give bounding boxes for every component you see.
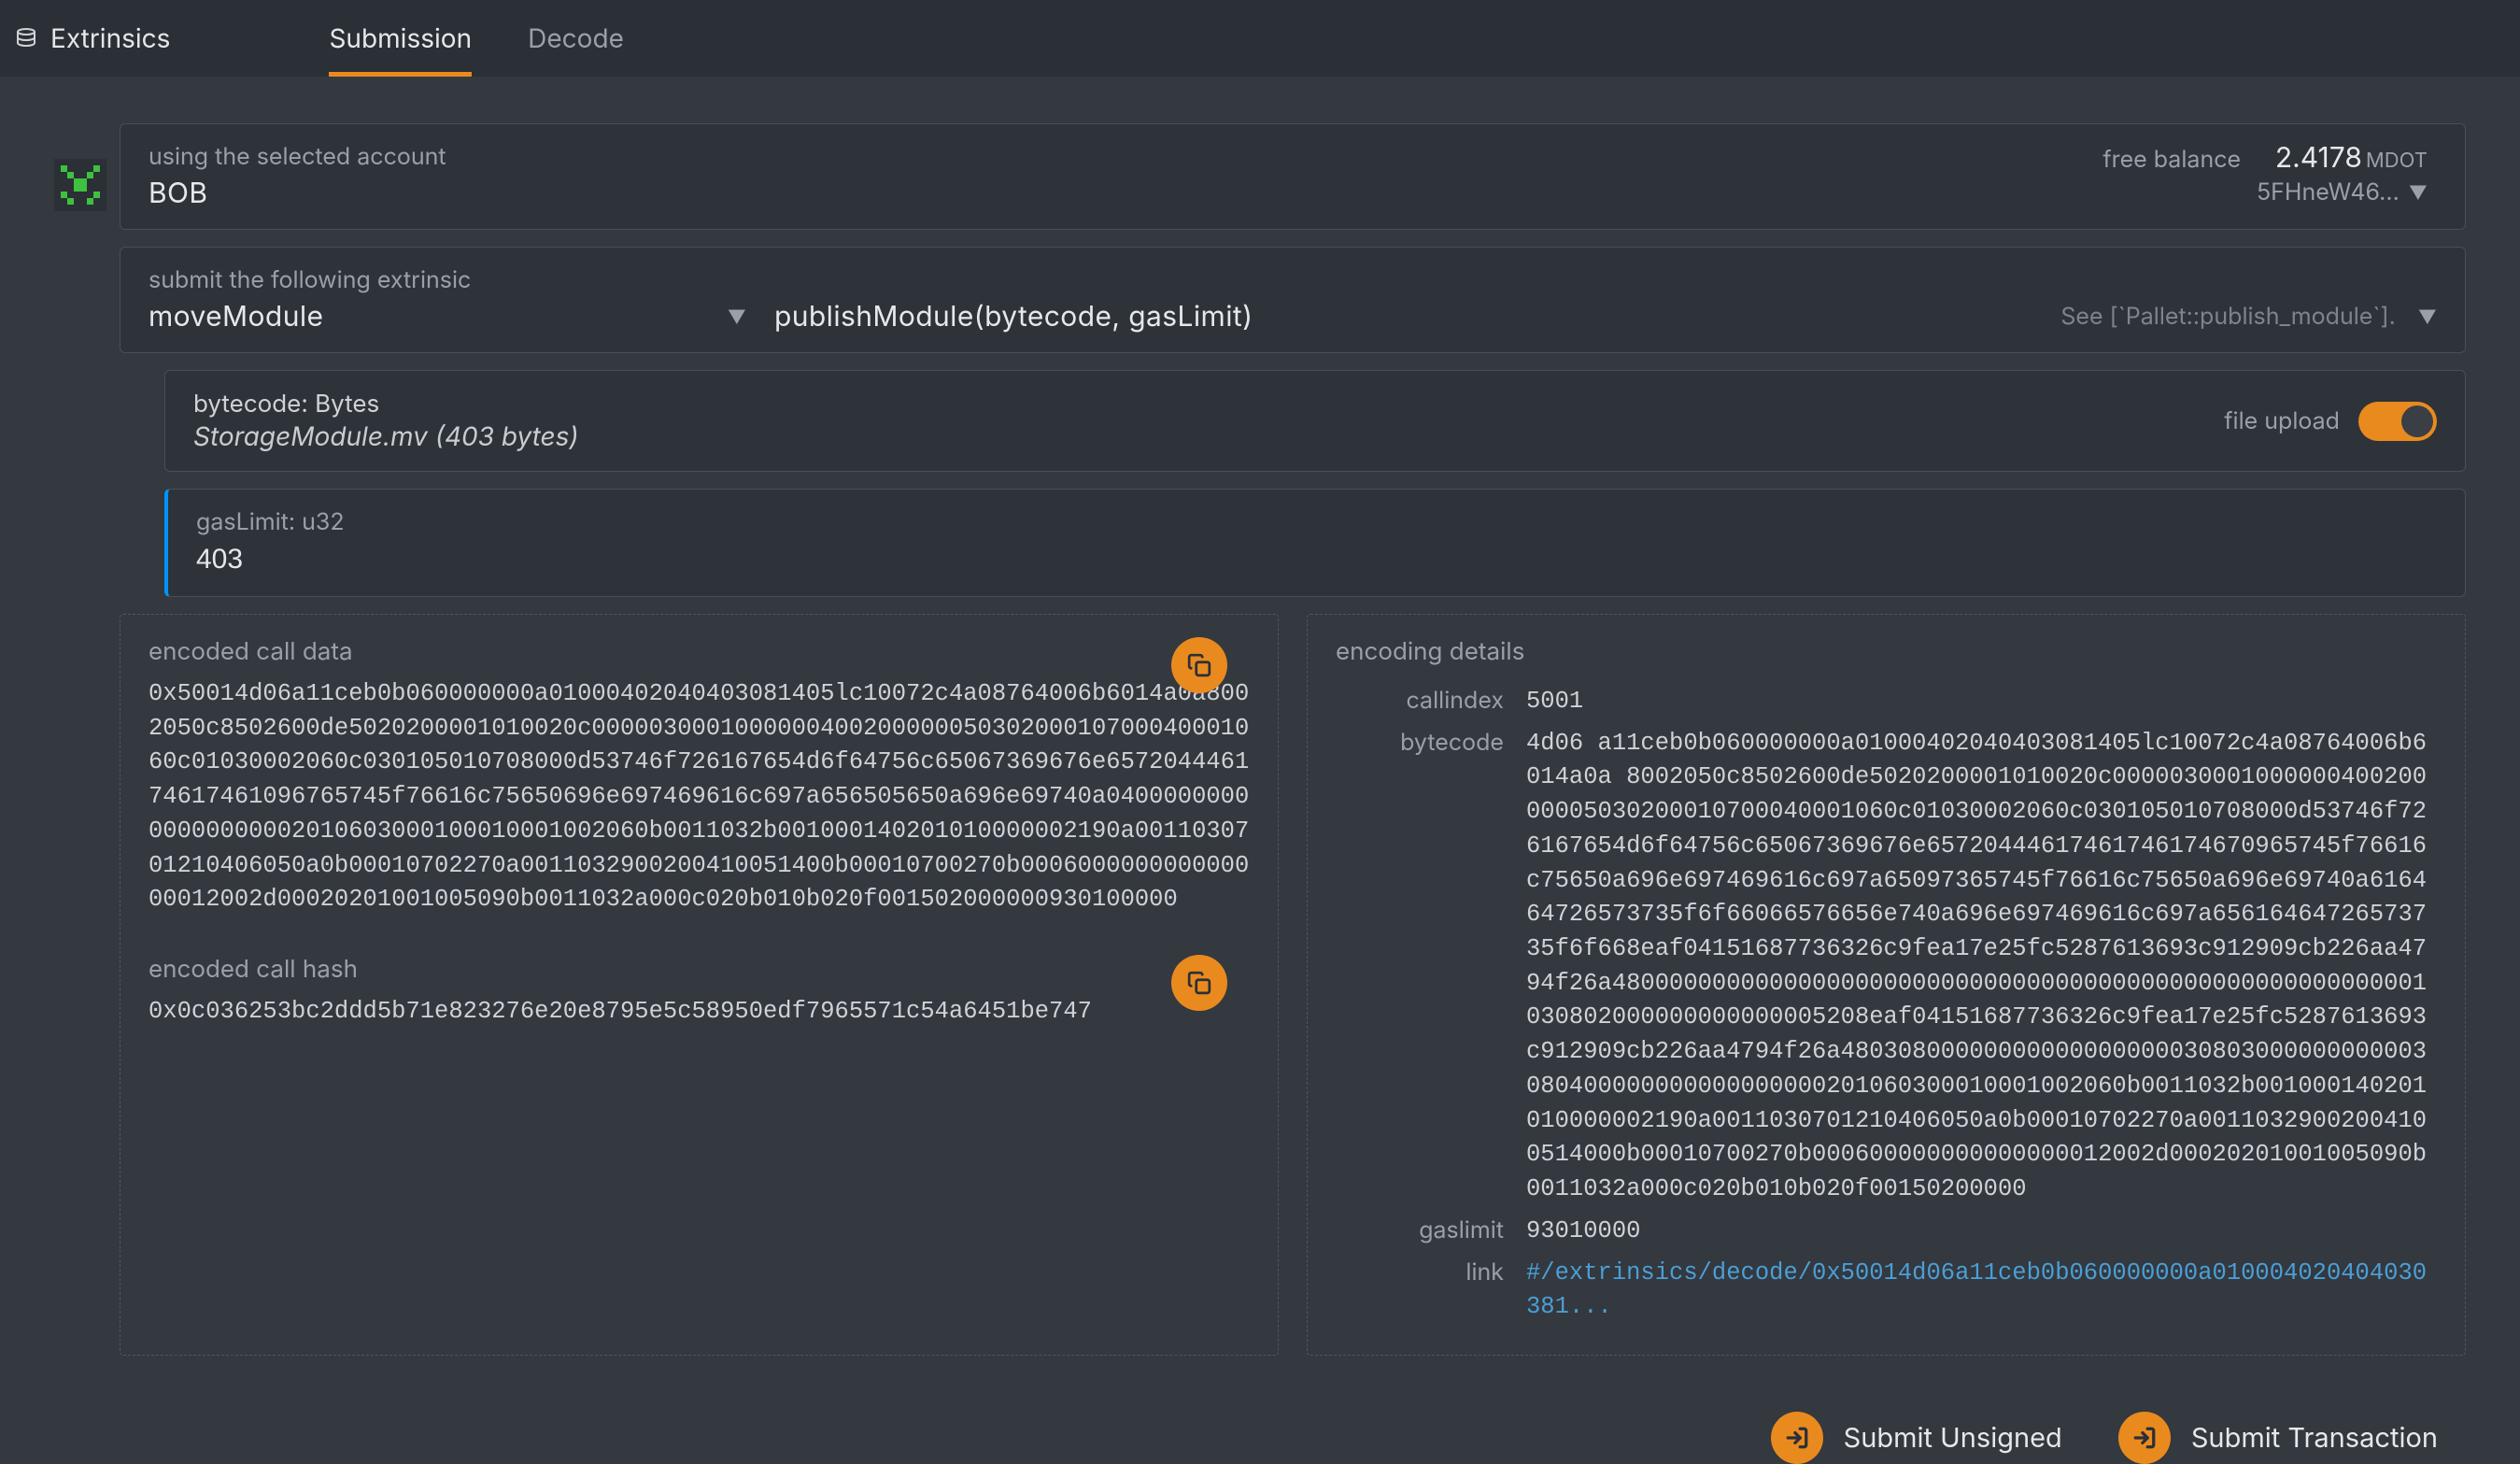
account-label: using the selected account (149, 143, 2437, 171)
method-select[interactable]: publishModule(bytecode, gasLimit) See [`… (774, 300, 2437, 334)
database-icon (13, 25, 39, 51)
encoded-data-box: encoded call data 0x50014d06a11ceb0b0600… (120, 614, 1279, 1356)
balance-value: 2.4178 (2275, 141, 2362, 175)
submit-transaction-button[interactable]: Submit Transaction (2118, 1412, 2438, 1464)
pallet-value: moveModule (149, 300, 323, 334)
encoding-details-title: encoding details (1336, 637, 2437, 666)
balance-unit: MDOT (2366, 149, 2428, 173)
encoded-data-label: encoded call data (149, 637, 1250, 666)
submit-unsigned-button[interactable]: Submit Unsigned (1771, 1412, 2062, 1464)
gaslimit-input[interactable] (196, 542, 2437, 577)
tab-decode[interactable]: Decode (528, 0, 624, 77)
account-panel[interactable]: using the selected account BOB free bala… (120, 123, 2466, 230)
callindex-key: callindex (1336, 685, 1504, 719)
gaslimit-value: 93010000 (1526, 1215, 2437, 1249)
encoded-hash-hex: 0x0c036253bc2ddd5b71e823276e20e8795e5c58… (149, 995, 1250, 1030)
encoding-details-box: encoding details callindex 5001 bytecode… (1307, 614, 2466, 1356)
tabs: Submission Decode (329, 0, 623, 77)
method-value: publishModule(bytecode, gasLimit) (774, 300, 1253, 334)
top-bar: Extrinsics Submission Decode (0, 0, 2520, 77)
bytecode-value: 4d06 a11ceb0b060000000a01000402040403081… (1526, 727, 2437, 1207)
decode-link[interactable]: #/extrinsics/decode/0x50014d06a11ceb0b06… (1526, 1257, 2437, 1325)
account-address-short: 5FHneW46... (2257, 178, 2400, 206)
bytecode-label: bytecode: Bytes (193, 390, 579, 419)
pallet-select[interactable]: moveModule ▼ (149, 300, 746, 334)
sign-in-icon (1771, 1412, 1823, 1464)
link-key: link (1336, 1257, 1504, 1325)
breadcrumb[interactable]: Extrinsics (0, 0, 217, 77)
extrinsic-label: submit the following extrinsic (149, 266, 2437, 294)
file-upload-label: file upload (2224, 407, 2340, 435)
copy-encoded-data-button[interactable] (1171, 637, 1227, 693)
gaslimit-panel[interactable]: gasLimit: u32 (164, 489, 2466, 597)
submit-unsigned-label: Submit Unsigned (1844, 1421, 2062, 1454)
bytecode-file-info: StorageModule.mv (403 bytes) (193, 420, 579, 452)
encoded-data-hex: 0x50014d06a11ceb0b060000000a010004020404… (149, 677, 1250, 917)
copy-encoded-hash-button[interactable] (1171, 955, 1227, 1011)
gaslimit-key: gaslimit (1336, 1215, 1504, 1249)
breadcrumb-label: Extrinsics (50, 22, 170, 54)
chevron-down-icon: ▼ (2418, 306, 2437, 328)
encoded-hash-label: encoded call hash (149, 955, 1250, 984)
bytecode-panel[interactable]: bytecode: Bytes StorageModule.mv (403 by… (164, 370, 2466, 472)
method-help: See [`Pallet::publish_module`]. (2060, 303, 2395, 331)
bytecode-key: bytecode (1336, 727, 1504, 1207)
balance-label: free balance (2102, 146, 2241, 174)
account-identicon (54, 159, 106, 211)
tab-submission[interactable]: Submission (329, 0, 472, 77)
submit-transaction-label: Submit Transaction (2191, 1421, 2438, 1454)
file-upload-toggle[interactable] (2358, 402, 2437, 441)
sign-in-icon (2118, 1412, 2171, 1464)
extrinsic-panel: submit the following extrinsic moveModul… (120, 247, 2466, 353)
callindex-value: 5001 (1526, 685, 2437, 719)
chevron-down-icon[interactable]: ▼ (2409, 181, 2428, 204)
gaslimit-label: gasLimit: u32 (196, 508, 2437, 536)
account-name: BOB (149, 177, 2437, 210)
chevron-down-icon: ▼ (728, 306, 746, 328)
actions-row: Submit Unsigned Submit Transaction (120, 1412, 2466, 1464)
balance-block: free balance 2.4178MDOT 5FHneW46... ▼ (2102, 141, 2428, 206)
